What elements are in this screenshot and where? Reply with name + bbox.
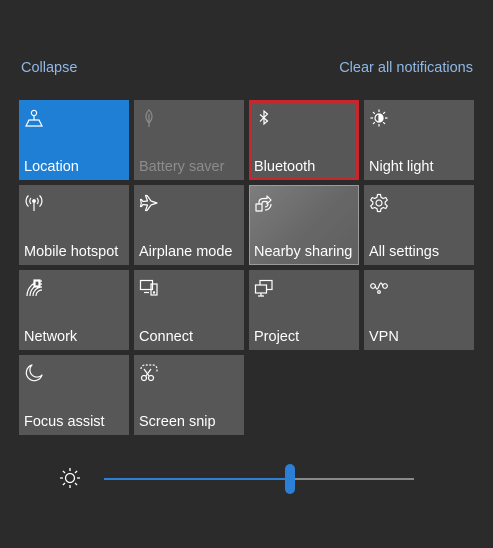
- night-light-tile[interactable]: Night light: [364, 100, 474, 180]
- mobile-hotspot-tile[interactable]: Mobile hotspot: [19, 185, 129, 265]
- bluetooth-tile[interactable]: Bluetooth: [249, 100, 359, 180]
- vpn-tile[interactable]: VPN: [364, 270, 474, 350]
- network-tile[interactable]: Network: [19, 270, 129, 350]
- night-light-icon: [369, 108, 389, 128]
- project-tile-label: Project: [254, 329, 300, 345]
- brightness-slider-thumb[interactable]: [285, 464, 295, 494]
- nearby-sharing-tile-label: Nearby sharing: [254, 244, 353, 260]
- bluetooth-icon: [254, 108, 274, 128]
- vpn-icon: [369, 278, 389, 298]
- screen-snip-tile[interactable]: Screen snip: [134, 355, 244, 435]
- location-icon: [24, 108, 44, 128]
- screen-snip-tile-label: Screen snip: [139, 414, 216, 430]
- connect-icon: [139, 278, 159, 298]
- vpn-tile-label: VPN: [369, 329, 399, 345]
- battery-saver-icon: [139, 108, 159, 128]
- airplane-mode-tile[interactable]: Airplane mode: [134, 185, 244, 265]
- all-settings-tile[interactable]: All settings: [364, 185, 474, 265]
- project-icon: [254, 278, 274, 298]
- brightness-slider[interactable]: [104, 464, 414, 494]
- nearby-sharing-tile[interactable]: Nearby sharing: [249, 185, 359, 265]
- gear-icon: [369, 193, 389, 213]
- moon-icon: [24, 363, 44, 383]
- brightness-icon: [58, 466, 82, 490]
- nearby-sharing-icon: [254, 193, 274, 213]
- location-tile[interactable]: Location: [19, 100, 129, 180]
- all-settings-tile-label: All settings: [369, 244, 440, 260]
- mobile-hotspot-icon: [24, 193, 44, 213]
- collapse-link[interactable]: Collapse: [21, 60, 77, 76]
- airplane-mode-tile-label: Airplane mode: [139, 244, 233, 260]
- project-tile[interactable]: Project: [249, 270, 359, 350]
- network-icon: [24, 278, 44, 298]
- mobile-hotspot-tile-label: Mobile hotspot: [24, 244, 119, 260]
- battery-saver-tile-label: Battery saver: [139, 159, 225, 175]
- battery-saver-tile[interactable]: Battery saver: [134, 100, 244, 180]
- quick-actions-grid: Location Battery saver Bluetooth Night l…: [19, 100, 474, 435]
- focus-assist-tile-label: Focus assist: [24, 414, 105, 430]
- connect-tile-label: Connect: [139, 329, 194, 345]
- clear-all-notifications-link[interactable]: Clear all notifications: [339, 60, 473, 76]
- network-tile-label: Network: [24, 329, 78, 345]
- night-light-tile-label: Night light: [369, 159, 434, 175]
- focus-assist-tile[interactable]: Focus assist: [19, 355, 129, 435]
- location-tile-label: Location: [24, 159, 79, 175]
- bluetooth-tile-label: Bluetooth: [254, 159, 316, 175]
- airplane-icon: [139, 193, 159, 213]
- screen-snip-icon: [139, 363, 159, 383]
- brightness-slider-fill: [104, 478, 290, 480]
- connect-tile[interactable]: Connect: [134, 270, 244, 350]
